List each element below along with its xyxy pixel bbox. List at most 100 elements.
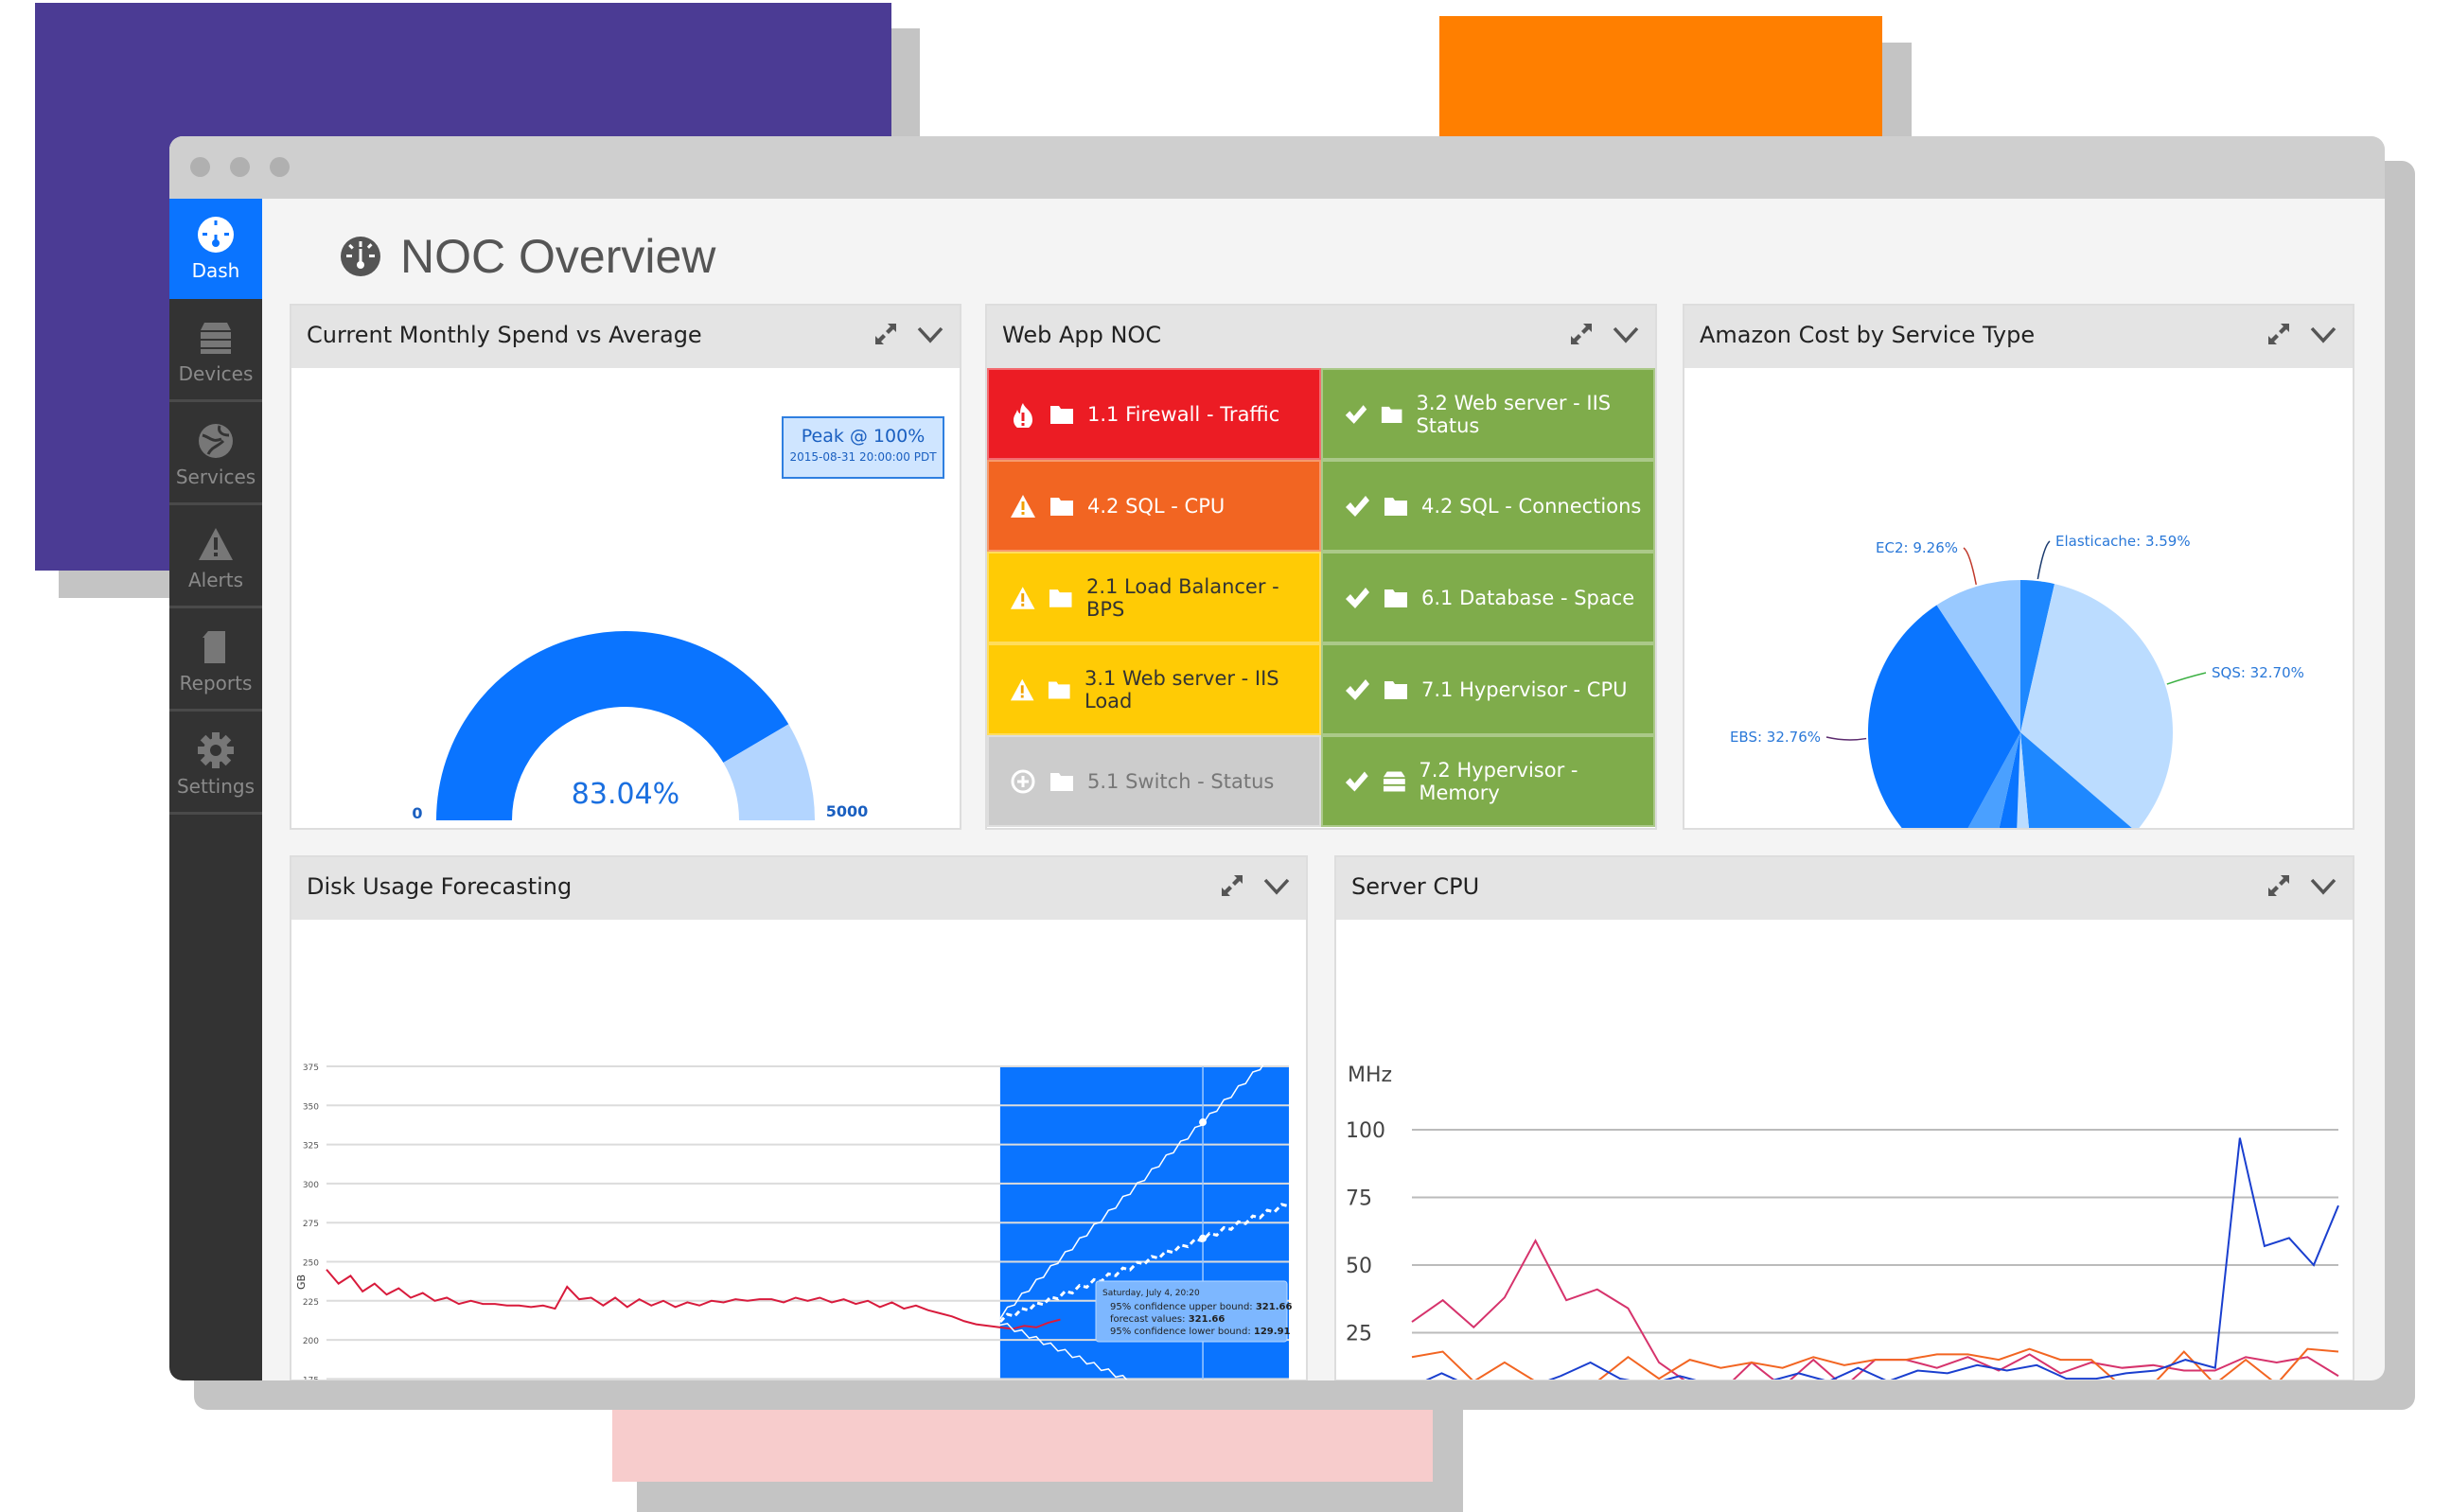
y-tick-label: 25 bbox=[1346, 1323, 1372, 1346]
gauge-min: 0 bbox=[412, 804, 422, 822]
sidebar-item-alerts[interactable]: Alerts bbox=[169, 508, 262, 608]
tooltip-line-value: 321.66 bbox=[1256, 1302, 1293, 1312]
expand-icon[interactable] bbox=[1568, 321, 1595, 347]
y-tick-label: 200 bbox=[303, 1337, 319, 1346]
folder-icon bbox=[1382, 406, 1402, 423]
check-icon bbox=[1345, 404, 1367, 424]
y-axis-label: GB bbox=[295, 1275, 308, 1290]
amazon-cost-pie: Elasticache: 3.59%SQS: 32.70%s3: 12.30%R… bbox=[1730, 533, 2304, 828]
y-tick-label: 275 bbox=[303, 1220, 319, 1229]
title-bar bbox=[169, 136, 2385, 199]
panel-monthly-spend: Current Monthly Spend vs Average 83.04% 0… bbox=[290, 304, 961, 830]
noc-tile-label: 7.1 Hypervisor - CPU bbox=[1421, 677, 1628, 701]
tooltip-line-label: 95% confidence lower bound: bbox=[1110, 1327, 1254, 1337]
y-tick-label: 50 bbox=[1346, 1255, 1372, 1278]
folder-icon bbox=[1050, 772, 1073, 791]
disk-forecast-chart: 125150175200225250275300325350375GB27. A… bbox=[295, 1041, 1293, 1380]
pie-label: EC2: 9.26% bbox=[1876, 539, 1958, 556]
noc-tile[interactable]: 7.1 Hypervisor - CPU bbox=[1321, 643, 1655, 735]
sidebar-item-devices[interactable]: Devices bbox=[169, 302, 262, 402]
sidebar: Dash Devices Services Alerts Reports Settings bbox=[169, 199, 262, 1380]
sidebar-item-label: Alerts bbox=[187, 569, 244, 591]
folder-icon bbox=[1384, 680, 1407, 699]
sidebar-item-label: Services bbox=[175, 466, 256, 488]
panel-web-app-noc: Web App NOC 1.1 Firewall - Traffic 4.2 SQ… bbox=[985, 304, 1657, 830]
noc-tile[interactable]: 7.2 Hypervisor - Memory bbox=[1321, 735, 1655, 827]
sidebar-item-settings[interactable]: Settings bbox=[169, 714, 262, 815]
app-window: Dash Devices Services Alerts Reports Settings… bbox=[169, 136, 2385, 1380]
chevron-down-icon[interactable] bbox=[916, 321, 944, 347]
cpu-series-2 bbox=[1425, 1137, 2339, 1380]
history-series bbox=[326, 1269, 1061, 1330]
y-tick-label: 325 bbox=[303, 1142, 319, 1152]
noc-tile[interactable]: 5.1 Switch - Status bbox=[987, 735, 1321, 827]
noc-tile[interactable]: 3.1 Web server - IIS Load bbox=[987, 643, 1321, 735]
panel-disk-usage: Disk Usage Forecasting 12515017520022525… bbox=[290, 855, 1308, 1380]
y-tick-label: 175 bbox=[303, 1376, 319, 1380]
tooltip-line-value: 129.91 bbox=[1254, 1327, 1291, 1337]
folder-icon bbox=[1050, 497, 1073, 516]
gear-icon bbox=[198, 732, 234, 768]
server-icon bbox=[1383, 771, 1405, 791]
page-title: NOC Overview bbox=[340, 229, 715, 284]
tooltip-line: 95% confidence lower bound: 129.91 bbox=[1110, 1327, 1291, 1337]
chevron-down-icon[interactable] bbox=[1612, 321, 1640, 347]
dashboard-icon bbox=[341, 237, 380, 276]
panel-server-cpu: Server CPU MHz025507510012:0018:008. Dec… bbox=[1334, 855, 2354, 1380]
folder-icon bbox=[1049, 589, 1072, 607]
tooltip-line: forecast values: 321.66 bbox=[1110, 1314, 1225, 1325]
peak-badge: Peak @ 100% 2015-08-31 20:00:00 PDT bbox=[782, 416, 944, 479]
folder-icon bbox=[1049, 681, 1071, 698]
y-tick-label: 250 bbox=[303, 1259, 319, 1269]
fire-icon bbox=[1014, 402, 1032, 428]
noc-tile[interactable]: 1.1 Firewall - Traffic bbox=[987, 368, 1321, 460]
server-cpu-chart: MHz025507510012:0018:008. Dec06:0012:00 bbox=[1346, 1064, 2339, 1380]
sidebar-item-services[interactable]: Services bbox=[169, 405, 262, 505]
window-minimize-button[interactable] bbox=[230, 157, 250, 177]
pie-leader-line bbox=[2166, 672, 2207, 685]
document-icon bbox=[203, 631, 225, 663]
sidebar-item-label: Devices bbox=[178, 362, 254, 385]
noc-tile-label: 1.1 Firewall - Traffic bbox=[1087, 402, 1280, 426]
cpu-series-0 bbox=[1411, 1239, 2339, 1380]
y-tick-label: 350 bbox=[303, 1102, 319, 1112]
dashboard-icon bbox=[198, 217, 234, 253]
window-maximize-button[interactable] bbox=[270, 157, 290, 177]
window-close-button[interactable] bbox=[190, 157, 210, 177]
panel-header: Web App NOC bbox=[987, 306, 1655, 368]
server-icon bbox=[201, 323, 231, 354]
noc-tile[interactable]: 2.1 Load Balancer - BPS bbox=[987, 552, 1321, 643]
noc-tile[interactable]: 6.1 Database - Space bbox=[1321, 552, 1655, 643]
noc-tile-label: 7.2 Hypervisor - Memory bbox=[1419, 758, 1578, 804]
sidebar-item-reports[interactable]: Reports bbox=[169, 611, 262, 712]
sidebar-item-dash[interactable]: Dash bbox=[169, 199, 262, 299]
noc-grid: 1.1 Firewall - Traffic 4.2 SQL - CPU 2.1 L… bbox=[987, 368, 1655, 828]
tooltip-line-label: 95% confidence upper bound: bbox=[1110, 1302, 1256, 1312]
gauge-value: 83.04% bbox=[572, 778, 679, 811]
noc-tile-label: 2.1 Load Balancer - BPS bbox=[1085, 574, 1279, 621]
expand-icon[interactable] bbox=[873, 321, 899, 347]
warning-icon bbox=[1010, 678, 1034, 700]
sidebar-item-label: Reports bbox=[179, 672, 253, 694]
y-tick-label: 225 bbox=[303, 1298, 319, 1308]
panel-header: Current Monthly Spend vs Average bbox=[291, 306, 960, 368]
noc-tile-label: 3.2 Web server - IIS Status bbox=[1416, 391, 1612, 437]
y-tick-label: 375 bbox=[303, 1064, 319, 1073]
page-title-text: NOC Overview bbox=[400, 230, 716, 283]
noc-tile[interactable]: 4.2 SQL - Connections bbox=[1321, 460, 1655, 552]
noc-tile-label: 6.1 Database - Space bbox=[1421, 586, 1635, 609]
pie-label: SQS: 32.70% bbox=[2212, 664, 2304, 681]
peak-label: Peak @ 100% bbox=[801, 426, 926, 447]
pie-leader-line bbox=[1963, 547, 1977, 585]
sidebar-item-label: Settings bbox=[176, 775, 256, 798]
noc-tile[interactable]: 4.2 SQL - CPU bbox=[987, 460, 1321, 552]
sidebar-item-label: Dash bbox=[191, 259, 240, 282]
y-tick-label: 75 bbox=[1346, 1187, 1372, 1211]
pie-leader-line bbox=[1825, 736, 1867, 741]
noc-tile-label: 4.2 SQL - CPU bbox=[1087, 494, 1226, 518]
check-icon bbox=[1346, 587, 1369, 608]
noc-tile[interactable]: 3.2 Web server - IIS Status bbox=[1321, 368, 1655, 460]
y-tick-label: 100 bbox=[1346, 1119, 1385, 1143]
panel-title: Web App NOC bbox=[1002, 322, 1162, 348]
tooltip-point bbox=[1199, 1118, 1208, 1127]
